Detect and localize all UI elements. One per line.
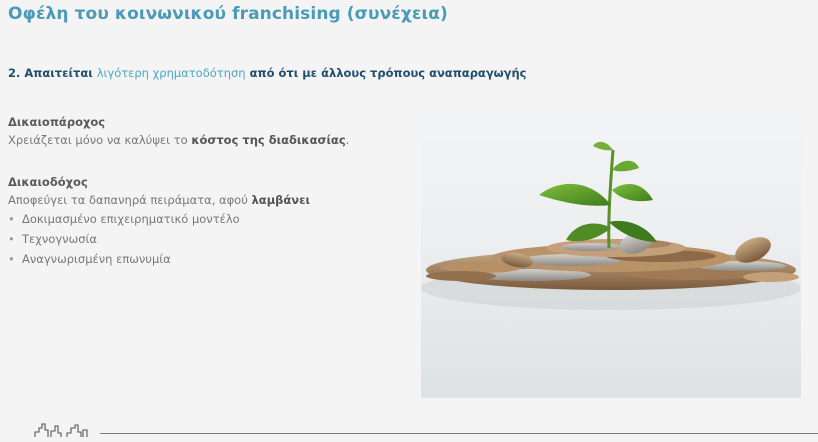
franchisor-section: Δικαιοπάροχος Χρειάζεται μόνο να καλύψει… <box>8 115 349 149</box>
bullet-text: Αναγνωρισμένη επωνυμία <box>22 252 171 266</box>
subtitle-prefix: 2. Απαιτείται <box>8 66 97 80</box>
slide-title: Οφέλη του κοινωνικού franchising (συνέχε… <box>8 4 448 24</box>
list-item: • Αναγνωρισμένη επωνυμία <box>8 249 310 269</box>
slide-subtitle: 2. Απαιτείται λιγότερη χρηματοδότηση από… <box>8 66 527 80</box>
subtitle-highlight: λιγότερη χρηματοδότηση <box>96 66 246 80</box>
list-item: • Δοκιμασμένο επιχειρηματικό μοντέλο <box>8 209 310 229</box>
logo-icon <box>33 422 95 442</box>
franchisee-bullet-list: • Δοκιμασμένο επιχειρηματικό μοντέλο • Τεχ… <box>8 209 310 269</box>
coins-plant-illustration <box>421 110 801 398</box>
franchisee-heading: Δικαιοδόχος <box>8 175 88 189</box>
bullet-icon: • <box>8 232 15 246</box>
bullet-text: Δοκιμασμένο επιχειρηματικό μοντέλο <box>22 212 240 226</box>
franchisor-heading: Δικαιοπάροχος <box>8 115 106 129</box>
franchisor-text-bold: κόστος της διαδικασίας <box>191 133 346 147</box>
franchisee-section: Δικαιοδόχος Αποφεύγει τα δαπανηρά πειράμ… <box>8 175 310 269</box>
bullet-text: Τεχνογνωσία <box>22 232 97 246</box>
franchisee-text-bold: λαμβάνει <box>251 193 311 207</box>
franchisee-text-before: Αποφεύγει τα δαπανηρά πειράματα, αφού <box>8 193 252 207</box>
subtitle-suffix: από ότι με άλλους τρόπους αναπαραγωγής <box>245 66 527 80</box>
franchisor-text-before: Χρειάζεται μόνο να καλύψει το <box>8 133 192 147</box>
franchisor-text-after: . <box>345 133 350 147</box>
list-item: • Τεχνογνωσία <box>8 229 310 249</box>
coins-plant-photo <box>421 110 801 398</box>
footer-divider <box>100 433 818 434</box>
franchisee-text: Αποφεύγει τα δαπανηρά πειράματα, αφού λα… <box>8 192 310 209</box>
franchisor-text: Χρειάζεται μόνο να καλύψει το κόστος της… <box>8 132 349 149</box>
bullet-icon: • <box>8 252 15 266</box>
bullet-icon: • <box>8 212 15 226</box>
